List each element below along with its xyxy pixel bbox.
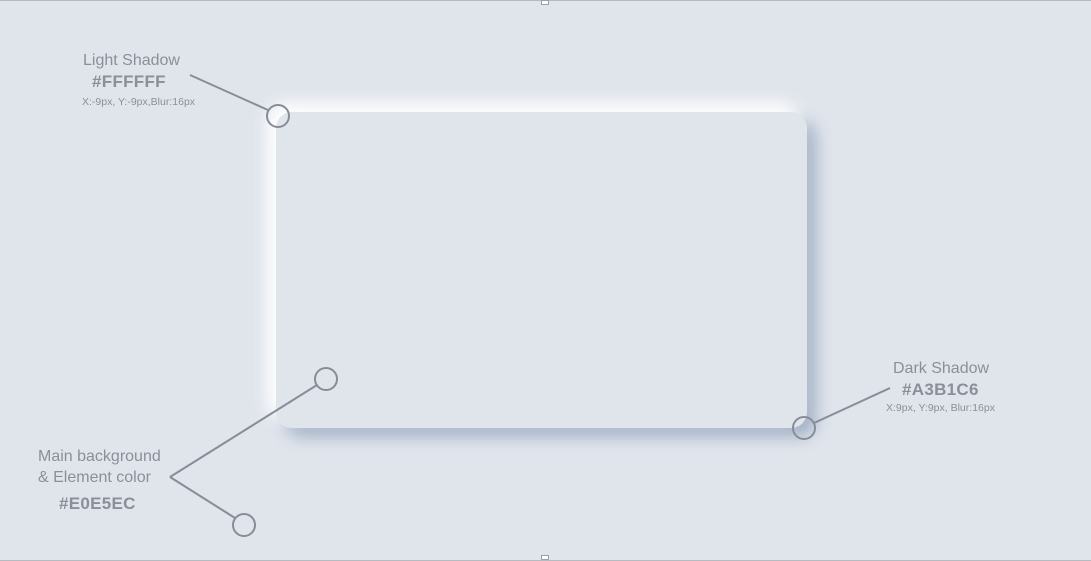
dark-shadow-leader-line [813,387,891,424]
main-background-hex: #E0E5EC [59,494,136,513]
light-shadow-hex: #FFFFFF [92,72,166,91]
main-background-leader-line-lower [169,476,236,519]
main-background-title-line2: & Element color [38,469,151,486]
main-background-marker-bg [232,513,256,537]
light-shadow-params: X:-9px, Y:-9px,Blur:16px [82,96,196,108]
light-shadow-title: Light Shadow [83,52,180,69]
dark-shadow-title: Dark Shadow [893,360,990,377]
main-background-marker-card [314,367,338,391]
main-background-leader-line-upper [169,384,318,478]
main-background-title-line1: Main background [38,448,161,465]
light-shadow-leader-line [189,74,269,111]
light-shadow-marker [266,104,290,128]
dark-shadow-hex: #A3B1C6 [902,380,979,399]
dark-shadow-params: X:9px, Y:9px, Blur:16px [886,402,995,414]
dark-shadow-marker [792,416,816,440]
